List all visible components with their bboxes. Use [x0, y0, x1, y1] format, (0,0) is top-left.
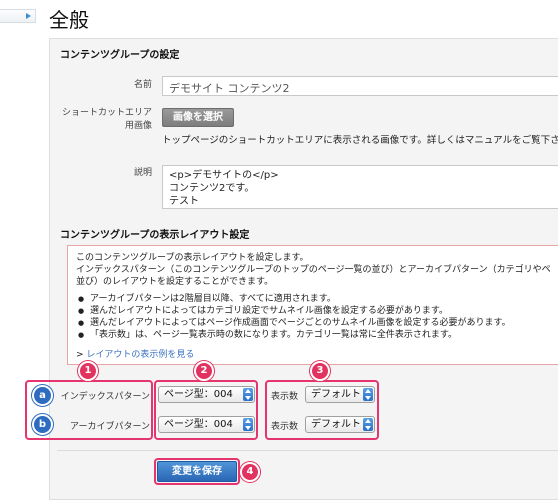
chevron-right-icon	[26, 13, 31, 19]
layout-example-link-line: > レイアウトの表示例を見る	[76, 350, 195, 360]
page-title: 全般	[49, 8, 89, 32]
info-text: 並び）のレイアウトを設定することができます。	[76, 277, 274, 287]
index-pattern-select[interactable]: ページ型：004	[158, 386, 255, 403]
row-badge-a: a	[32, 385, 53, 406]
select-stepper-icon	[243, 418, 253, 431]
archive-pattern-label: アーカイブパターン	[69, 422, 150, 432]
name-input[interactable]: デモサイト コンテンツ2	[162, 76, 558, 96]
info-bullet: 選んだレイアウトによってはカテゴリ設定でサムネイル画像を設定する必要があります。	[76, 305, 558, 317]
save-changes-button[interactable]: 変更を保存	[157, 461, 237, 482]
info-bullet: 「表示数」は、ページ一覧表示時の数になります。カテゴリ一覧は常に全件表示されます…	[76, 329, 558, 341]
section-title-content-group: コンテンツグループの設定	[60, 50, 180, 61]
index-pattern-label: インデックスパターン	[60, 392, 150, 402]
shortcut-image-label: ショートカットエリア 用画像	[61, 108, 152, 131]
section-title-layout: コンテンツグループの表示レイアウト設定	[60, 230, 250, 241]
row-badge-b: b	[32, 414, 53, 435]
info-bullet: アーカイブパターンは2階層目以降、すべてに適用されます。	[76, 293, 558, 305]
layout-info-box: このコンテンツグループの表示レイアウトを設定します。 インデックスパターン（この…	[67, 245, 558, 365]
description-textarea[interactable]: <p>デモサイトの</p> コンテンツ2です。 テスト	[162, 165, 558, 209]
callout-badge-1: 1	[78, 361, 98, 381]
info-text: インデックスパターン（このコンテンツグループのトップのページ一覧の並び）とアーカ…	[76, 265, 551, 275]
description-label: 説明	[133, 168, 152, 178]
archive-count-label: 表示数	[270, 422, 298, 432]
select-stepper-icon	[363, 388, 373, 401]
archive-count-select[interactable]: デフォルト	[305, 416, 375, 433]
select-stepper-icon	[363, 418, 373, 431]
description-line: <p>デモサイトの</p>	[169, 170, 279, 181]
callout-badge-4: 4	[240, 462, 260, 482]
description-line: テスト	[169, 196, 199, 207]
callout-badge-2: 2	[194, 361, 214, 381]
archive-pattern-select[interactable]: ページ型：004	[158, 416, 255, 433]
shortcut-help-text: トップページのショートカットエリアに表示される画像です。詳しくはマニュアルをご覧…	[162, 135, 558, 146]
callout-badge-3: 3	[310, 361, 330, 381]
info-text: このコンテンツグループの表示レイアウトを設定します。	[76, 253, 309, 263]
select-image-button[interactable]: 画像を選択	[162, 108, 234, 127]
name-label: 名前	[133, 80, 152, 90]
select-stepper-icon	[243, 388, 253, 401]
info-bullet-list: アーカイブパターンは2階層目以降、すべてに適用されます。 選んだレイアウトによっ…	[76, 293, 558, 341]
info-bullet: 選んだレイアウトによってはページ作成画面でページごとのサムネイル画像を設定する必…	[76, 317, 558, 329]
divider	[57, 450, 558, 451]
index-count-label: 表示数	[270, 392, 298, 402]
layout-example-link[interactable]: レイアウトの表示例を見る	[86, 350, 194, 360]
index-count-select[interactable]: デフォルト	[305, 386, 375, 403]
sidebar-toggle-tab[interactable]	[0, 9, 36, 23]
description-line: コンテンツ2です。	[169, 183, 255, 194]
